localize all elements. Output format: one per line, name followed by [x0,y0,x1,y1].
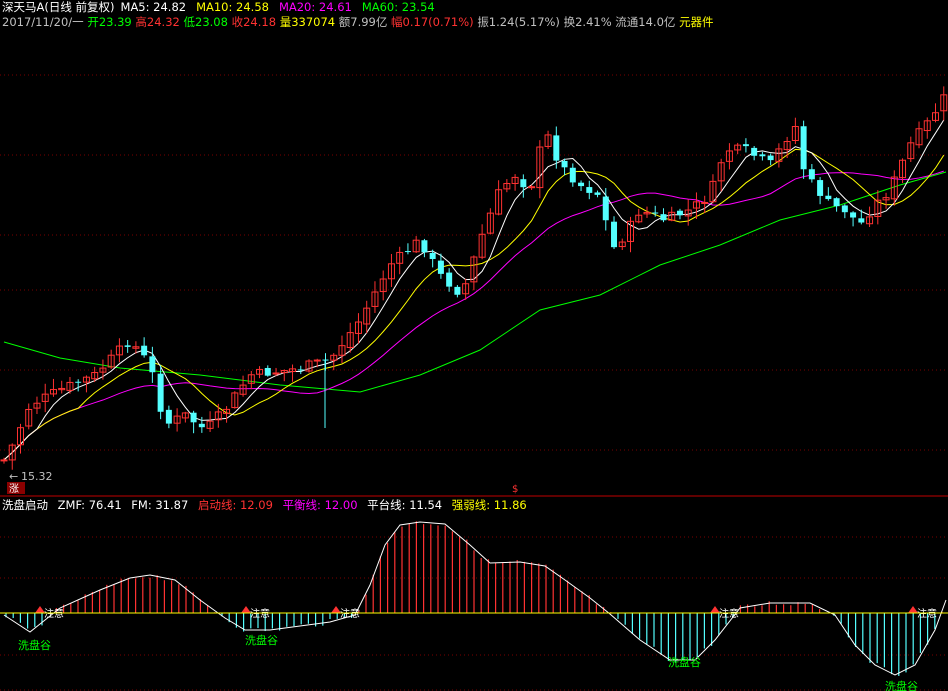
candle-body-down [198,423,205,428]
candle-body-down [75,381,82,383]
volume-value: 337074 [291,15,336,29]
change-label: 幅 [391,15,403,29]
close-label: 收 [231,15,244,29]
candle-body-down [264,367,271,376]
volume-label: 量 [279,15,292,29]
indicator-bars [5,521,943,676]
ma10-line [3,148,945,461]
indicator-curve [3,521,947,676]
low-price-label: 15.32 [21,470,53,483]
candle-body-up [313,359,321,362]
candle-body-down [404,251,411,253]
candle-body-down [742,144,749,147]
quote-line: 2017/11/20/一 开23.39 高24.32 低23.08 收24.18… [2,15,714,29]
start-line-value: 启动线: 12.09 [197,498,273,512]
valley-marker-label: 洗盘谷 [885,679,918,691]
ma-legend-item: MA60: 23.54 [361,0,435,14]
open-value: 23.39 [98,15,132,29]
candle-body-down [520,179,527,188]
fm-value: FM: 31.87 [131,498,189,512]
candle-body-down [569,167,576,183]
candle-body-down [149,356,156,373]
candle-body-down [190,412,197,423]
chart-mode: (日线 前复权) [44,0,115,14]
low-price-arrow: ← [9,470,18,483]
candle-body-down [578,182,585,187]
platform-line-value: 平台线: 11.54 [367,498,443,512]
open-label: 开 [87,15,99,29]
float-shares-value: 流通14.0亿 [615,15,676,29]
candle-body-down [124,345,131,347]
valley-marker-label: 洗盘谷 [18,638,51,652]
high-value: 24.32 [146,15,180,29]
dollar-marker: $ [512,484,518,495]
ma10-path [3,148,945,461]
candle-body-down [660,214,667,221]
candlestick-series [0,86,948,470]
candle-body-down [817,180,824,196]
high-label: 高 [135,15,147,29]
candle-body-down [141,345,148,356]
candle-body-down [800,126,807,170]
candle-body-down [676,210,683,216]
amount-value: 额7.99亿 [338,15,388,29]
sector-name[interactable]: 元器件 [679,15,714,29]
close-value: 24.18 [243,15,277,29]
candle-body-down [437,260,444,274]
candle-body-down [421,240,428,253]
candle-body-up [0,459,8,462]
turnover-value: 换2.41% [563,15,612,29]
candle-body-down [165,409,172,424]
ma-legend: MA5: 24.82 MA10: 24.58 MA20: 24.61 MA60: 23… [121,0,445,14]
candle-body-down [586,187,593,193]
candle-body-down [561,160,568,168]
quote-date: 2017/11/20/一 [2,15,84,29]
valley-marker-label: 洗盘谷 [245,633,278,647]
indicator-markers: 注意 注意 注意 注意 注意洗盘谷 洗盘谷洗盘谷洗盘谷 [18,606,937,691]
kline-chart-canvas[interactable]: 注意 注意 注意 注意 注意洗盘谷 洗盘谷洗盘谷洗盘谷 ← 15.32 涨 $ [0,0,948,691]
candle-body-down [751,147,758,156]
candle-body-down [429,252,436,259]
candle-body-down [767,155,774,161]
candle-body-down [858,218,865,223]
ma-legend-item: MA5: 24.82 [120,0,187,14]
candle-body-down [553,135,560,161]
candle-body-down [594,192,601,195]
change-value: 0.17(0.71%) [402,15,474,29]
strength-line-value: 强弱线: 11.86 [451,498,527,512]
indicator-header: 洗盘启动 ZMF: 76.41 FM: 31.87 启动线: 12.09 平衡线… [2,498,527,512]
candle-body-down [652,212,659,214]
ma-legend-item: MA10: 24.58 [196,0,269,14]
candle-body-down [611,221,618,248]
candle-body-down [446,272,453,287]
amplitude-value: 振1.24(5.17%) [477,15,560,29]
candle-body-down [454,286,461,295]
indicator-name[interactable]: 洗盘启动 [2,498,48,512]
candle-body-up [528,186,536,189]
candle-body-down [157,373,164,412]
chart-header-ma: 深天马A(日线 前复权) MA5: 24.82 MA10: 24.58 MA20: 2… [2,0,445,14]
valley-marker-label: 洗盘谷 [668,655,701,669]
candle-body-down [825,195,832,200]
rise-badge: 涨 [9,483,19,495]
candle-body-down [841,205,848,213]
indicator-curve-path [3,521,947,676]
zmf-value: ZMF: 76.41 [57,498,122,512]
candle-body-down [808,169,815,180]
low-value: 23.08 [195,15,228,29]
balance-line-value: 平衡线: 12.00 [282,498,358,512]
low-label: 低 [183,15,196,29]
candle-body-down [833,198,840,207]
candle-body-down [297,369,304,371]
ma-legend-item: MA20: 24.61 [278,0,352,14]
security-name[interactable]: 深天马A [2,0,44,14]
candle-body-up [701,201,709,204]
candle-body-down [602,196,609,221]
candle-body-down [850,212,857,218]
candle-body-down [759,154,766,157]
